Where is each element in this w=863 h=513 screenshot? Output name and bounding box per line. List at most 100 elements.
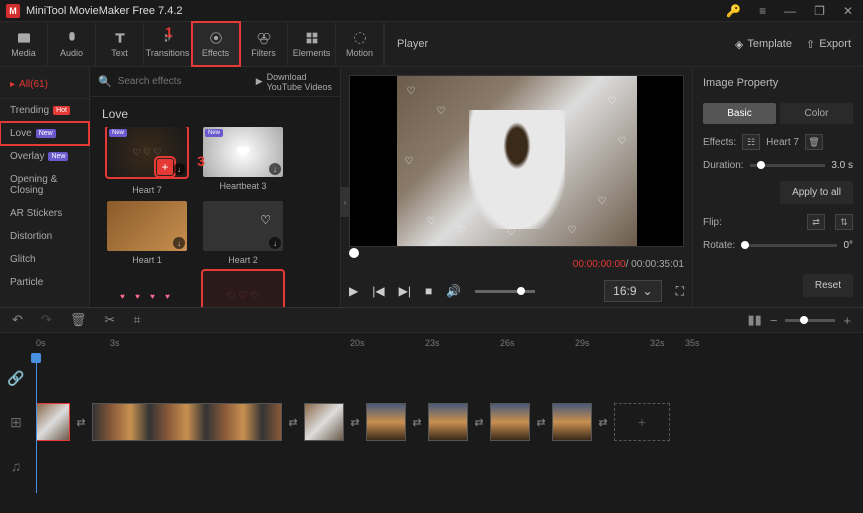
timeline-clip[interactable] [552,403,592,441]
effect-label: Heartbeat 3 [219,181,266,191]
effect-heartbeat-3[interactable]: New↓ [203,127,283,177]
timeline-clip[interactable] [490,403,530,441]
search-icon: 🔍 [98,75,112,88]
nav-audio[interactable]: Audio [48,22,96,66]
play-button[interactable]: ▶ [349,284,358,298]
add-effect-button[interactable]: + [157,159,173,175]
export-button[interactable]: ⇧ Export [806,38,851,51]
preview-canvas: ♡♡ ♡♡ ♡♡ ♡♡ ♡♡ [349,75,684,247]
category-trending[interactable]: Trending Hot [0,99,89,122]
close-button[interactable]: ✕ [839,2,857,20]
rotate-slider[interactable] [741,244,837,247]
volume-slider[interactable] [475,290,535,293]
annotation-3: 3 [197,153,205,169]
effect-heart-7[interactable]: New + ↓ [107,127,187,177]
nav-effects[interactable]: Effects [192,22,240,66]
effects-label: Effects: [703,137,736,148]
maximize-button[interactable]: ❐ [810,2,829,20]
tab-color[interactable]: Color [780,103,853,124]
effect-heart-1[interactable]: ↓ [107,201,187,251]
fullscreen-button[interactable]: ⛶ [676,284,684,299]
key-icon[interactable]: 🔑 [722,2,745,20]
app-title: MiniTool MovieMaker Free 7.4.2 [26,5,722,17]
volume-icon[interactable]: 🔊 [446,284,461,298]
nav-filters[interactable]: Filters [240,22,288,66]
nav-text[interactable]: Text [96,22,144,66]
timeline-clip[interactable] [304,403,344,441]
zoom-slider[interactable] [785,319,835,322]
marker-icon[interactable]: ▮▮ [748,312,762,328]
add-clip-slot[interactable]: + [614,403,670,441]
stop-button[interactable]: ■ [425,284,432,298]
timeline-clip[interactable] [36,403,70,441]
effect-label: Heart 2 [228,255,258,265]
effect-heart-4[interactable]: ↓ [203,271,283,307]
flip-horizontal-button[interactable]: ⇄ [807,214,825,230]
nav-motion[interactable]: Motion [336,22,384,66]
annotation-2: 2 [0,162,81,178]
download-icon[interactable]: ↓ [173,163,185,175]
app-logo: M [6,4,20,18]
transition-icon[interactable]: ⇄ [596,415,610,429]
category-all[interactable]: ▸ All(61) [0,73,89,99]
redo-button[interactable]: ↷ [41,312,52,328]
minimize-button[interactable]: — [780,2,800,20]
category-glitch[interactable]: Glitch [0,248,89,271]
duration-value: 3.0 s [831,160,853,171]
crop-button[interactable]: ⌗ [133,312,140,328]
prev-frame-button[interactable]: |◀ [372,284,384,298]
effect-label: Heart 1 [132,255,162,265]
effect-name: Heart 7 [766,137,799,148]
video-track-icon[interactable]: ⊞ [0,414,32,431]
flip-label: Flip: [703,217,722,228]
apply-all-button[interactable]: Apply to all [780,181,853,204]
download-youtube-button[interactable]: ▶ Download YouTube Videos [256,72,332,92]
player-label: Player [397,38,428,50]
effect-heart-3[interactable]: ↓ [107,271,187,307]
nav-media[interactable]: Media [0,22,48,66]
zoom-out-button[interactable]: − [770,313,778,328]
category-love[interactable]: Love New [0,122,89,145]
next-frame-button[interactable]: ▶| [399,284,411,298]
effect-heart-2[interactable]: ↓ [203,201,283,251]
delete-button[interactable]: 🗑 [70,312,87,328]
duration-slider[interactable] [750,164,826,167]
rotate-label: Rotate: [703,240,735,251]
transition-icon[interactable]: ⇄ [348,415,362,429]
effects-title: Love [90,97,340,127]
category-sidebar: ▸ All(61) Trending Hot Love New Overlay … [0,67,90,307]
menu-icon[interactable]: ≡ [755,2,770,20]
category-distortion[interactable]: Distortion [0,225,89,248]
category-ar[interactable]: AR Stickers [0,202,89,225]
timeline-clip[interactable] [428,403,468,441]
duration-label: Duration: [703,160,744,171]
transition-icon[interactable]: ⇄ [410,415,424,429]
timeline-ruler[interactable]: 0s 3s 20s 23s 26s 29s 32s 35s [0,333,863,353]
flip-vertical-button[interactable]: ⇅ [835,214,853,230]
zoom-in-button[interactable]: + [843,313,851,328]
search-input[interactable] [118,76,250,87]
transition-icon[interactable]: ⇄ [286,415,300,429]
delete-effect-button[interactable]: 🗑 [805,134,823,150]
attach-track-icon[interactable]: 🔗 [0,370,32,387]
timeline-clip[interactable] [366,403,406,441]
template-button[interactable]: ◈ Template [735,38,792,51]
transition-icon[interactable]: ⇄ [534,415,548,429]
transition-icon[interactable]: ⇄ [472,415,486,429]
time-current: 00:00:00:00 [573,259,626,270]
effect-icon: ☷ [742,134,760,150]
tab-basic[interactable]: Basic [703,103,776,124]
undo-button[interactable]: ↶ [12,312,23,328]
props-title: Image Property [703,77,853,89]
effect-label: Heart 7 [132,185,162,195]
category-particle[interactable]: Particle [0,271,89,294]
rotate-value: 0° [843,240,853,251]
cut-button[interactable]: ✂ [104,312,115,328]
reset-button[interactable]: Reset [803,274,853,297]
timeline-clip[interactable] [92,403,282,441]
nav-elements[interactable]: Elements [288,22,336,66]
transition-icon[interactable]: ⇄ [74,415,88,429]
audio-track-icon[interactable]: ♫ [0,458,32,474]
playhead[interactable] [36,353,37,493]
aspect-ratio-select[interactable]: 16:9 ⌄ [604,280,661,302]
